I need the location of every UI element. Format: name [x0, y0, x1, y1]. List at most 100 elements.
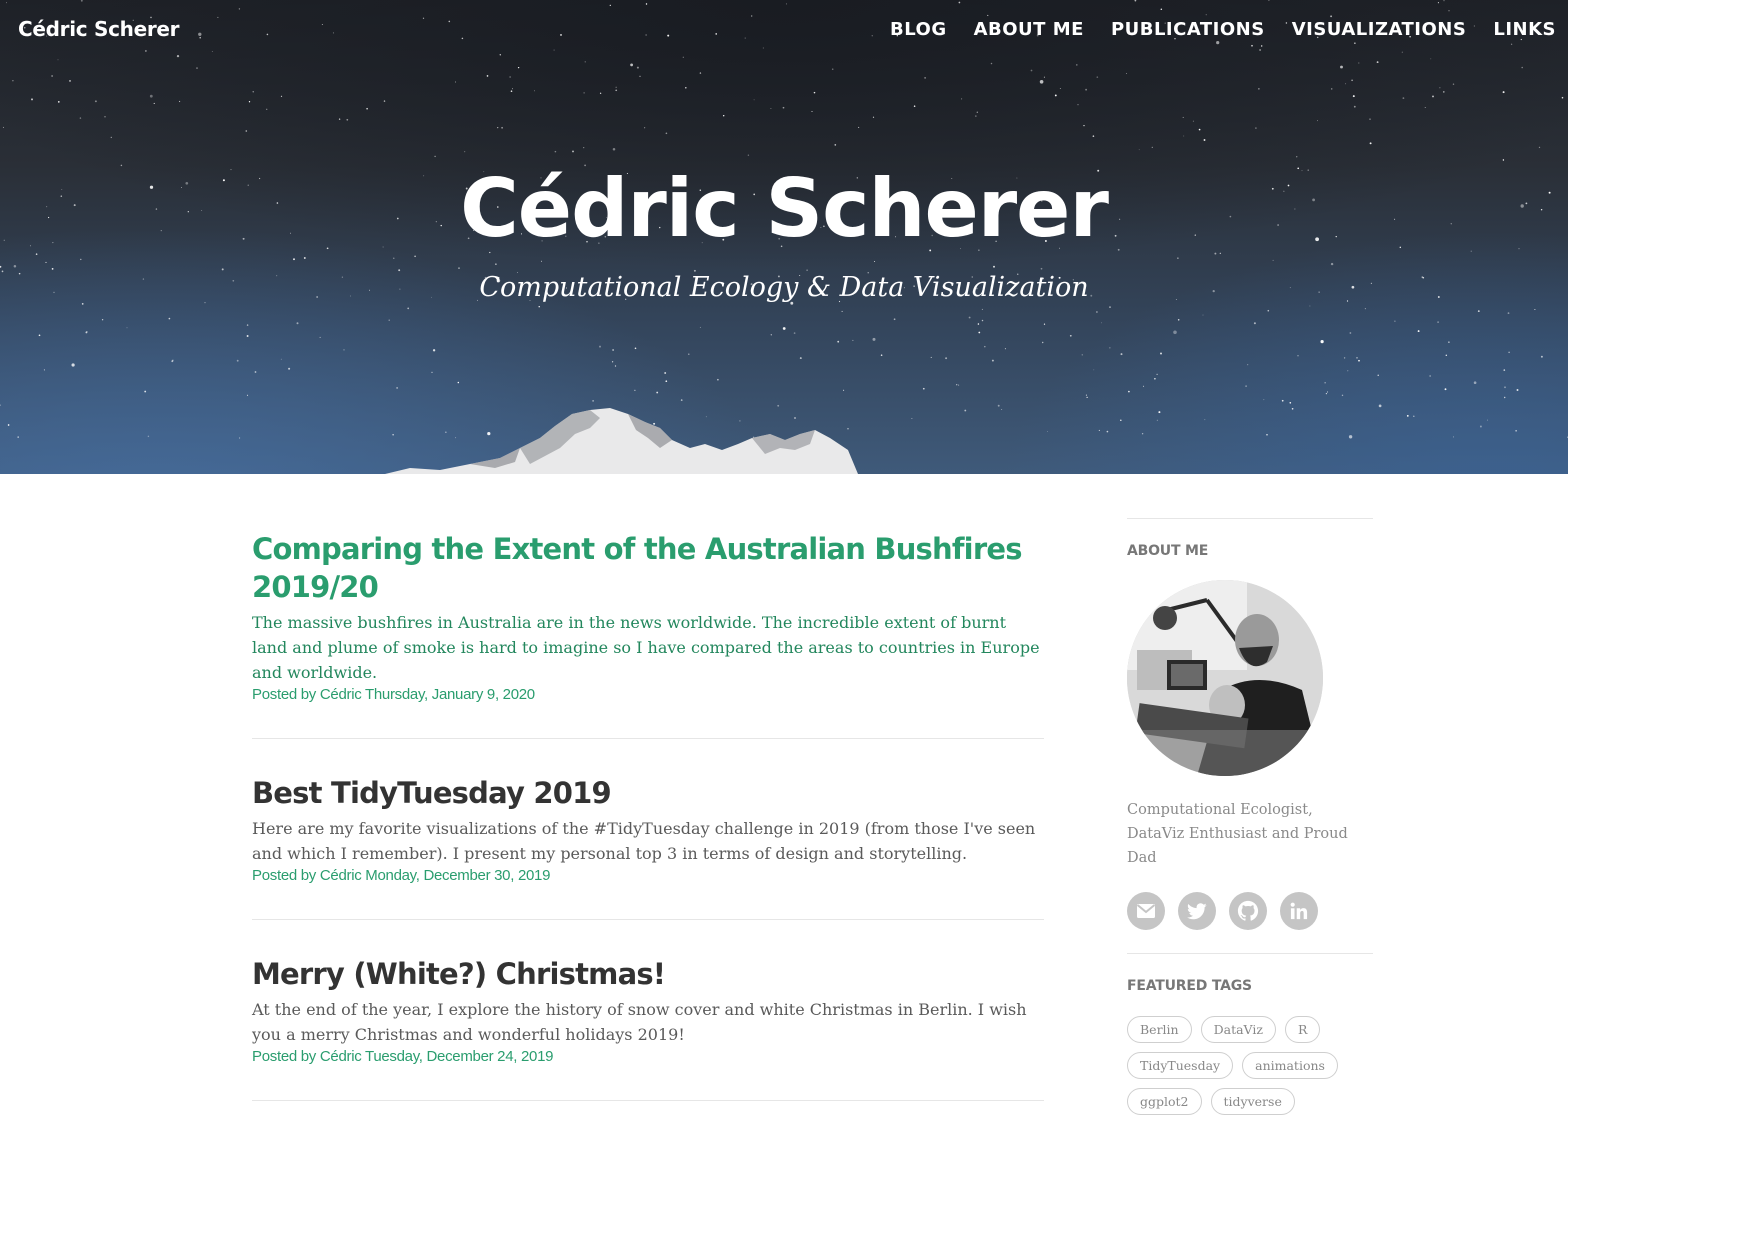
star — [1364, 308, 1366, 310]
star — [611, 361, 614, 363]
post-summary[interactable]: The massive bushfires in Australia are i… — [252, 610, 1044, 685]
star — [837, 340, 840, 343]
star — [238, 8, 241, 10]
star — [1516, 389, 1519, 391]
nav-link-visualizations[interactable]: VISUALIZATIONS — [1292, 19, 1467, 40]
nav-link-about-me[interactable]: ABOUT ME — [974, 19, 1084, 40]
star — [1267, 309, 1270, 312]
star — [1353, 105, 1356, 108]
star — [1182, 116, 1184, 118]
star — [1354, 42, 1356, 44]
star — [236, 359, 239, 362]
featured-tags-heading: FEATURED TAGS — [1127, 978, 1252, 994]
star — [1096, 311, 1098, 313]
tag-r[interactable]: R — [1284, 1016, 1321, 1043]
hero-header: Cédric Scherer BLOG ABOUT ME PUBLICATION… — [0, 0, 1568, 474]
star — [393, 257, 395, 259]
star — [1041, 341, 1044, 344]
tag-ggplot2[interactable]: ggplot2 — [1127, 1088, 1202, 1115]
star — [431, 371, 433, 374]
star — [872, 337, 876, 341]
star — [841, 310, 843, 312]
star — [1173, 330, 1177, 335]
github-link[interactable] — [1229, 892, 1267, 930]
star — [1154, 377, 1156, 380]
star — [987, 14, 989, 16]
nav-link-links[interactable]: LINKS — [1493, 19, 1556, 40]
post-preview: Best TidyTuesday 2019 Here are my favori… — [252, 739, 1044, 920]
star — [554, 150, 557, 153]
star — [1324, 382, 1326, 384]
post-summary[interactable]: At the end of the year, I explore the hi… — [252, 997, 1044, 1047]
star — [945, 357, 948, 360]
star — [634, 389, 636, 391]
star — [338, 118, 341, 120]
star — [645, 34, 647, 36]
star — [834, 144, 837, 146]
star — [1437, 2, 1439, 4]
star — [872, 116, 875, 118]
star — [644, 127, 646, 129]
tag-berlin[interactable]: Berlin — [1127, 1016, 1192, 1043]
star — [153, 102, 155, 104]
star — [1120, 353, 1123, 356]
star — [1452, 83, 1455, 85]
star — [388, 319, 390, 321]
star — [612, 147, 616, 151]
star — [172, 359, 174, 361]
post-summary[interactable]: Here are my favorite visualizations of t… — [252, 816, 1044, 866]
star — [975, 115, 977, 117]
post-title-link[interactable]: Comparing the Extent of the Australian B… — [252, 530, 1044, 606]
star — [639, 75, 641, 77]
star — [69, 80, 71, 82]
brand-link[interactable]: Cédric Scherer — [18, 17, 180, 41]
star — [534, 90, 535, 92]
star — [1534, 309, 1536, 310]
star — [615, 89, 618, 92]
star — [1101, 322, 1102, 324]
tag-dataviz[interactable]: DataViz — [1200, 1016, 1276, 1043]
star — [434, 155, 436, 158]
star — [1377, 374, 1379, 376]
avatar — [1127, 580, 1323, 776]
star — [1125, 72, 1128, 75]
star — [414, 255, 416, 258]
star — [422, 17, 425, 19]
star — [1325, 393, 1327, 395]
star — [958, 1, 961, 4]
twitter-link[interactable] — [1178, 892, 1216, 930]
linkedin-link[interactable] — [1280, 892, 1318, 930]
post-title-link[interactable]: Merry (White?) Christmas! — [252, 955, 1044, 993]
star — [1503, 369, 1506, 371]
star — [793, 332, 796, 334]
star — [149, 94, 153, 98]
star — [80, 258, 82, 261]
star — [509, 76, 511, 78]
tag-tidytuesday[interactable]: TidyTuesday — [1127, 1052, 1234, 1079]
bio-text: Computational Ecologist, DataViz Enthusi… — [1127, 802, 1348, 866]
email-link[interactable] — [1127, 892, 1165, 930]
tag-tidyverse[interactable]: tidyverse — [1210, 1088, 1295, 1115]
star — [599, 92, 602, 94]
star — [645, 3, 648, 5]
nav-link-publications[interactable]: PUBLICATIONS — [1111, 19, 1265, 40]
star — [1429, 375, 1431, 377]
star — [813, 91, 816, 94]
star — [1317, 120, 1318, 122]
star — [852, 339, 854, 341]
star — [715, 33, 717, 35]
star — [612, 349, 614, 351]
star — [1043, 323, 1046, 325]
star — [407, 307, 410, 310]
star — [762, 47, 764, 49]
post-title-link[interactable]: Best TidyTuesday 2019 — [252, 774, 1044, 812]
star — [1503, 396, 1506, 399]
star — [680, 399, 683, 401]
star — [1177, 319, 1180, 321]
star — [1092, 135, 1095, 137]
star — [179, 100, 181, 103]
tag-animations[interactable]: animations — [1242, 1052, 1338, 1079]
star — [1356, 357, 1358, 359]
nav-link-blog[interactable]: BLOG — [890, 19, 947, 40]
star — [609, 4, 611, 7]
